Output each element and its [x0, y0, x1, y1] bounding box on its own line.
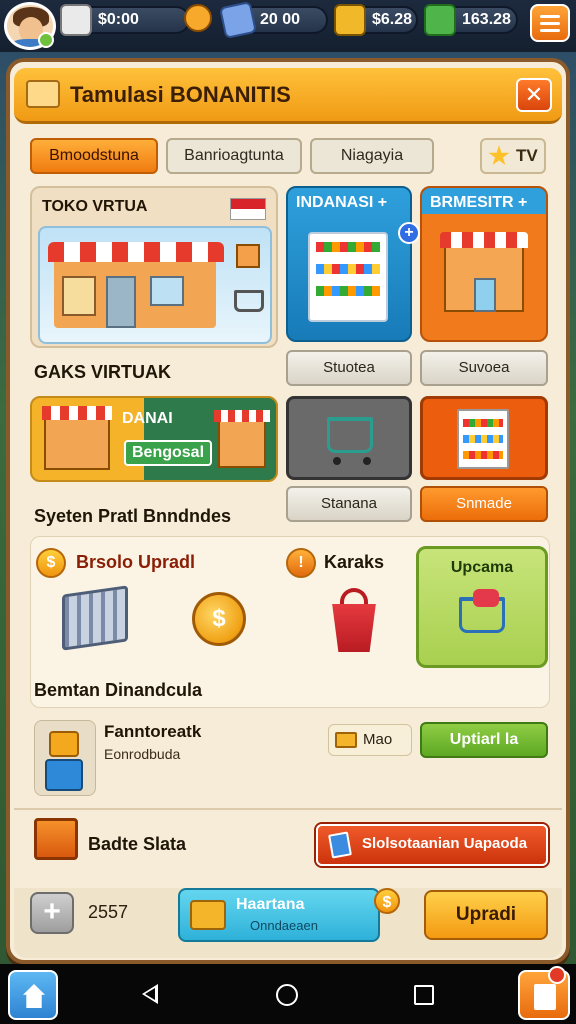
coin-icon: $: [36, 548, 66, 578]
coin-upgrade-icon[interactable]: $: [192, 592, 246, 646]
task-title: Fanntoreatk: [104, 722, 202, 741]
store-building-icon: [218, 416, 266, 468]
home-button[interactable]: [8, 970, 58, 1020]
tab-bmoodstuna[interactable]: Bmoodstuna: [30, 138, 158, 174]
resource-counter-bills[interactable]: 163.28: [424, 4, 518, 36]
upgrade-label: Brsolo Upradl: [76, 552, 196, 572]
box-icon: [190, 900, 226, 930]
product-shelf-icon: [308, 232, 388, 322]
haartana-button[interactable]: Haartana Onndaeaen: [178, 888, 380, 942]
snmade-button[interactable]: Snmade: [420, 486, 548, 522]
bonus-label: Badte Slata: [88, 834, 187, 854]
nav-home-icon[interactable]: [276, 984, 298, 1006]
tab-banrioagtunta[interactable]: Banrioagtunta: [166, 138, 302, 174]
section-label-system: Syeten Pratl Bnndndes: [34, 506, 232, 526]
blue-card-title: INDANASI +: [296, 194, 388, 211]
level-badge-icon: [38, 32, 54, 48]
combo-tag-label: Bengosal: [124, 440, 213, 466]
metal-crate-icon[interactable]: [62, 585, 128, 651]
home-icon: [23, 984, 45, 1008]
upcama-card[interactable]: Upcama: [416, 546, 548, 668]
info-icon: !: [286, 548, 316, 578]
resource-counter-crates[interactable]: $6.28: [334, 4, 418, 36]
combo-top-label: DANAI: [122, 410, 173, 427]
coin-icon: $: [374, 888, 400, 914]
shop-box-icon: [26, 80, 60, 108]
stuotea-button[interactable]: Stuotea: [286, 350, 412, 386]
item-count: 2557: [88, 902, 129, 922]
tv-reward-button[interactable]: TV: [480, 138, 546, 174]
cart-upgrade-tile[interactable]: [286, 396, 412, 480]
clipboard-icon: [534, 984, 556, 1010]
add-icon[interactable]: +: [398, 222, 420, 244]
back-icon[interactable]: [142, 984, 158, 1004]
card-icon: [328, 831, 352, 859]
add-money-icon[interactable]: [184, 4, 212, 32]
divider: [14, 808, 562, 810]
shopping-cart-icon: [234, 290, 264, 312]
box-icon: [335, 732, 357, 748]
green-cash-icon: [424, 4, 456, 36]
shop-panel: Tamulasi BONANITIS ✕ Bmoodstuna Banrioag…: [6, 58, 570, 964]
upgrade-button[interactable]: Upradi: [424, 890, 548, 940]
store-illustration: [38, 226, 272, 344]
notification-badge: [548, 966, 566, 984]
store-card-label: TOKO VRTUA: [42, 198, 148, 215]
panel-header: Tamulasi BONANITIS ✕: [14, 68, 562, 124]
task-action-button[interactable]: Uptiarl la: [420, 722, 548, 758]
section-label-gaks: GAKS VIRTUAK: [34, 362, 172, 382]
task-row: Fanntoreatk Eonrodbuda Mao Uptiarl la: [30, 716, 550, 800]
bonus-button[interactable]: Slolsotaanian Uapaoda: [316, 824, 548, 866]
karaks-label: Karaks: [324, 552, 385, 572]
expansion-card-blue[interactable]: INDANASI + +: [286, 186, 420, 342]
shopping-cart-icon: [327, 417, 373, 453]
tab-niagayia[interactable]: Niagayia: [310, 138, 434, 174]
mao-chip[interactable]: Mao: [328, 724, 412, 756]
menu-button[interactable]: [530, 4, 570, 42]
awning-icon: [48, 242, 224, 262]
resource-counter-money[interactable]: $0:00: [60, 4, 190, 36]
suvoea-button[interactable]: Suvoea: [420, 350, 548, 386]
menu-icon: [540, 14, 560, 18]
clipboard-icon: [60, 4, 92, 36]
crate-stack-icon: [34, 720, 96, 796]
recent-apps-icon[interactable]: [414, 985, 434, 1005]
top-resource-bar: $0:00 20 00 $6.28 163.28: [0, 0, 576, 52]
panel-title: Tamulasi BONANITIS: [70, 82, 291, 107]
expansion-card-orange[interactable]: BRMESITR +: [420, 186, 548, 342]
flag-icon: [230, 198, 266, 220]
add-button[interactable]: +: [30, 892, 74, 934]
section-label-bemtan: Bemtan Dinandcula: [34, 680, 203, 700]
gold-crate-icon: [334, 4, 366, 36]
orange-card-title: BRMESITR +: [430, 194, 528, 211]
product-shelf-icon: [457, 409, 509, 469]
close-button[interactable]: ✕: [516, 78, 552, 112]
upcama-label: Upcama: [450, 559, 514, 576]
stanana-button[interactable]: Stanana: [286, 486, 412, 522]
store-building-icon: [44, 412, 110, 470]
cash-icon: [219, 1, 257, 39]
chest-icon[interactable]: [34, 818, 78, 860]
combo-store-card[interactable]: DANAI Bengosal: [30, 396, 278, 482]
resource-counter-cash[interactable]: 20 00: [219, 1, 328, 39]
star-icon: [488, 145, 510, 166]
shelf-upgrade-tile[interactable]: [420, 396, 548, 480]
task-subtitle: Eonrodbuda: [104, 746, 181, 762]
virtual-store-card[interactable]: TOKO VRTUA: [30, 186, 278, 348]
